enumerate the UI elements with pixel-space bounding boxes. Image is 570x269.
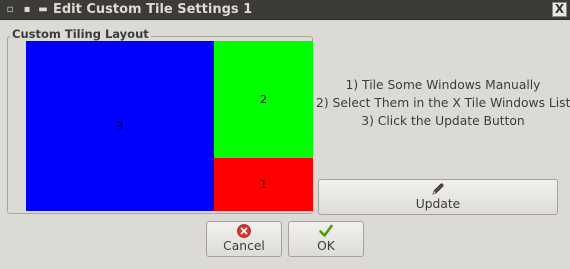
- instruction-line: 2) Select Them in the X Tile Windows Lis…: [316, 96, 570, 110]
- minimize-icon[interactable]: ▪: [21, 3, 33, 16]
- tile-1: 1: [214, 158, 313, 211]
- instructions: 1) Tile Some Windows Manually 2) Select …: [316, 76, 570, 130]
- ok-button[interactable]: OK: [288, 221, 364, 257]
- title-bar: ▫ ▪ ▬ Edit Custom Tile Settings 1 X: [0, 0, 570, 20]
- tile-label: 3: [116, 119, 124, 133]
- cancel-label: Cancel: [223, 239, 265, 253]
- window-title: Edit Custom Tile Settings 1: [53, 2, 253, 17]
- maximize-icon[interactable]: ▬: [37, 3, 49, 16]
- tile-label: 1: [260, 178, 267, 191]
- instruction-line: 3) Click the Update Button: [361, 114, 525, 128]
- ok-label: OK: [317, 239, 335, 253]
- pencil-icon: [432, 183, 444, 195]
- close-button[interactable]: X: [552, 2, 567, 17]
- tile-label: 2: [260, 93, 267, 106]
- update-button[interactable]: Update: [318, 179, 558, 215]
- tile-3: 3: [26, 41, 214, 211]
- instruction-line: 1) Tile Some Windows Manually: [345, 78, 541, 92]
- tile-2: 2: [214, 41, 313, 158]
- cancel-button[interactable]: Cancel: [206, 221, 282, 257]
- layout-frame-label: Custom Tiling Layout: [10, 27, 151, 41]
- checkmark-icon: [319, 224, 333, 237]
- update-label: Update: [415, 197, 461, 211]
- cancel-icon: [237, 224, 251, 238]
- window-menu-icon[interactable]: ▫: [4, 3, 16, 16]
